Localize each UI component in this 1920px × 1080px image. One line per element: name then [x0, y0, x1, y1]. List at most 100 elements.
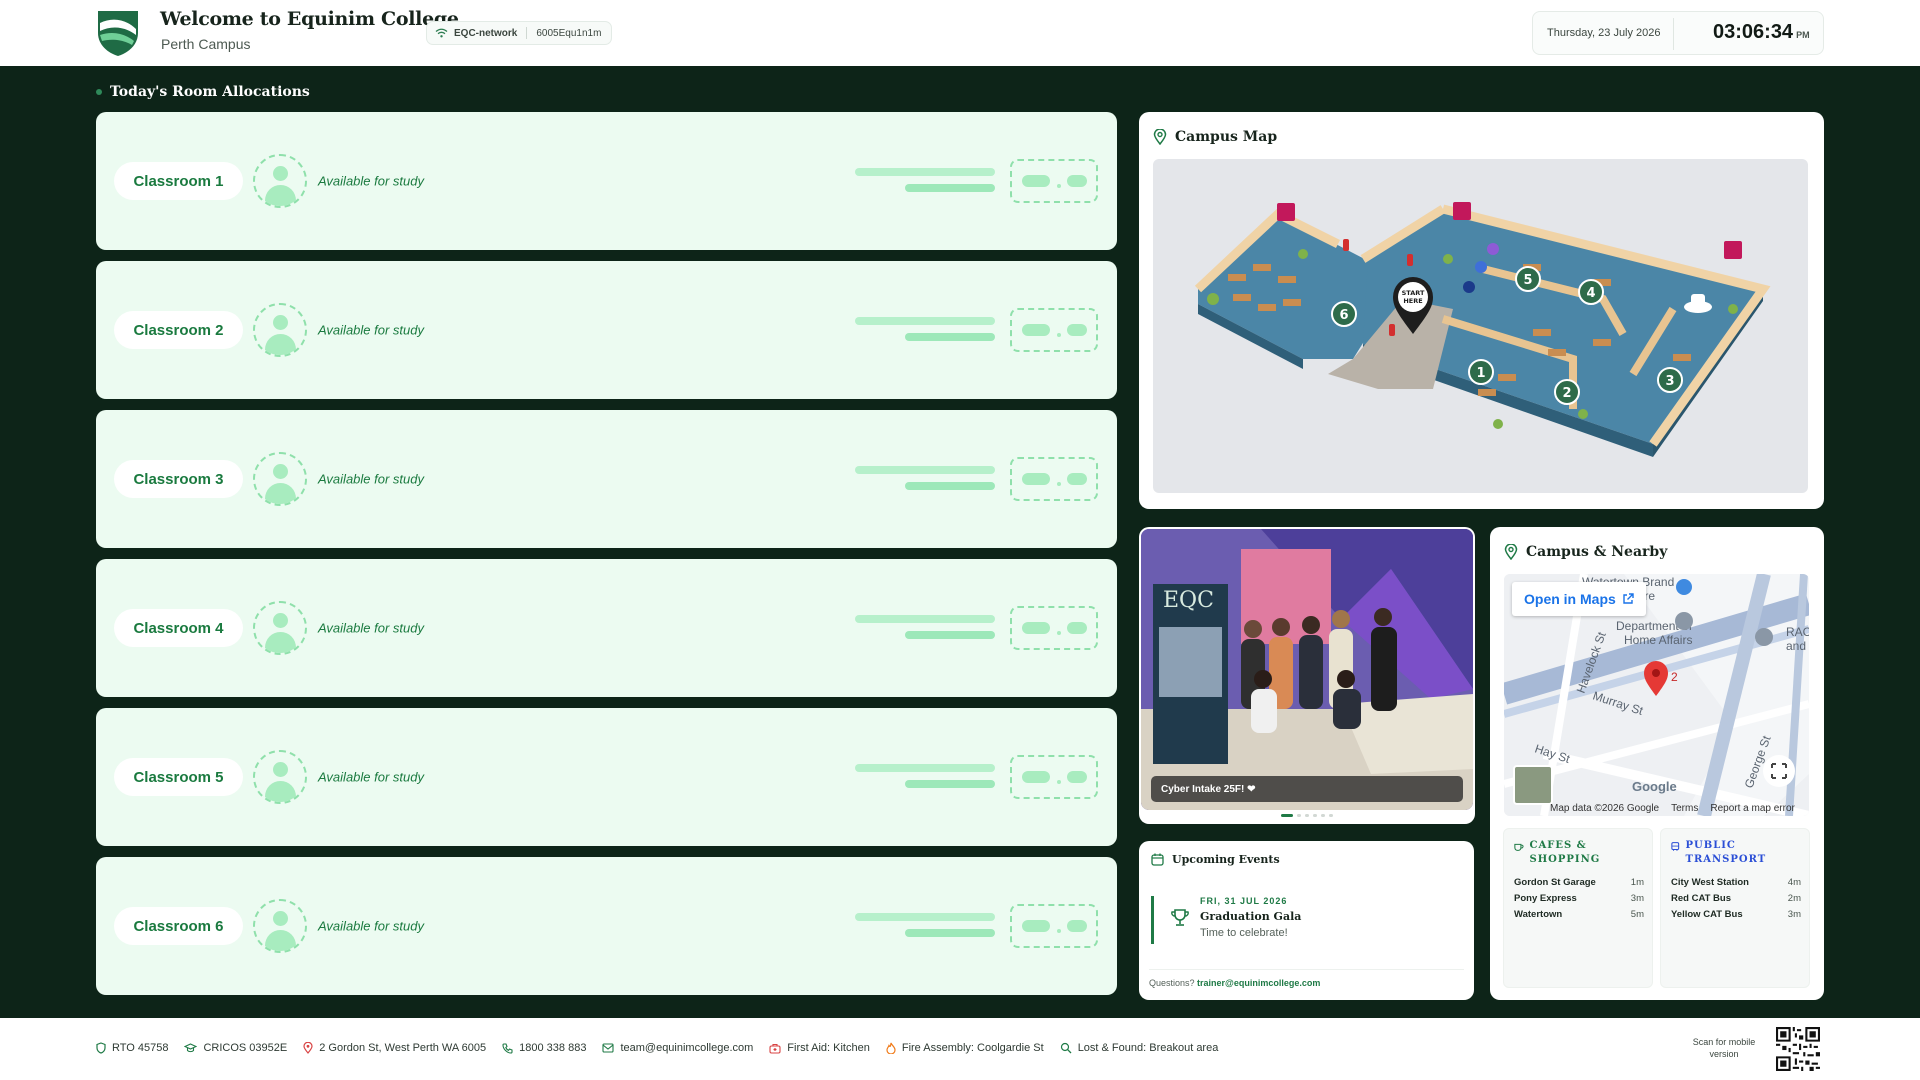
list-item: Watertown 5m [1514, 909, 1644, 925]
trophy-icon [1171, 909, 1189, 926]
footer-info: RTO 45758 CRICOS 03952E 2 Gordon St, Wes… [96, 1042, 1218, 1054]
walk-minutes: 4m [1787, 877, 1801, 888]
event-description: Time to celebrate! [1200, 927, 1288, 939]
campus-nearby-panel: Campus & Nearby Watertown Brand Centre D… [1490, 527, 1824, 1000]
gallery-panel: EQC Cyber Intake 25F! ❤ [1139, 527, 1475, 824]
list-item: Pony Express 3m [1514, 893, 1644, 909]
shield-icon [96, 1042, 106, 1054]
room-name-pill: Classroom 4 [114, 609, 243, 647]
room-status: Available for study [318, 769, 424, 785]
location-pin-icon [1153, 129, 1167, 145]
place-name: Gordon St Garage [1514, 877, 1596, 888]
slide-dot[interactable] [1321, 814, 1325, 817]
placeholder-bar [905, 482, 995, 490]
placeholder-bar [855, 615, 995, 623]
photo-caption: Cyber Intake 25F! ❤ [1151, 776, 1463, 802]
satellite-toggle[interactable] [1513, 765, 1553, 805]
rto-item: RTO 45758 [96, 1042, 168, 1054]
campus-map-title-text: Campus Map [1175, 129, 1278, 145]
graduation-cap-icon [184, 1043, 198, 1053]
map-label: and [1786, 639, 1806, 653]
fullscreen-button[interactable] [1763, 755, 1795, 787]
trainer-avatar-placeholder-icon [253, 452, 307, 506]
calendar-icon [1151, 853, 1164, 866]
slide-dot[interactable] [1305, 814, 1309, 817]
public-transport-box: PUBLIC TRANSPORT City West Station 4m Red … [1660, 828, 1810, 988]
time-placeholder [1010, 159, 1098, 203]
room-card[interactable]: Classroom 1 Available for study [96, 112, 1117, 250]
nearby-title: Campus & Nearby [1504, 544, 1667, 560]
google-map[interactable]: Watertown Brand Centre Department of Hom… [1504, 574, 1809, 816]
transport-list: City West Station 4m Red CAT Bus 2m Yellow C… [1671, 877, 1801, 925]
cricos-text: CRICOS 03952E [203, 1042, 288, 1054]
bus-icon [1671, 842, 1680, 851]
campus-subtitle: Perth Campus [161, 36, 251, 52]
room-name-pill: Classroom 5 [114, 758, 243, 796]
campus-map-panel: Campus Map 1 2 3 4 5 6 START HERE [1139, 112, 1824, 509]
slide-dot[interactable] [1329, 814, 1333, 817]
map-report-link[interactable]: Report a map error [1710, 803, 1794, 814]
trainer-email-link[interactable]: trainer@equinimcollege.com [1197, 978, 1320, 988]
room-card[interactable]: Classroom 5 Available for study [96, 708, 1117, 846]
google-logo: Google [1632, 779, 1677, 794]
placeholder-bar [855, 764, 995, 772]
list-item: City West Station 4m [1671, 877, 1801, 893]
cafes-list: Gordon St Garage 1m Pony Express 3m Watertow… [1514, 877, 1644, 925]
campus-floor-plan[interactable]: 1 2 3 4 5 6 START HERE [1153, 159, 1808, 493]
exit-sign-icon [1453, 202, 1471, 220]
room-marker-3: 3 [1665, 374, 1674, 389]
trainer-avatar-placeholder-icon [253, 154, 307, 208]
time-placeholder [1010, 904, 1098, 948]
map-data-text: Map data ©2026 Google [1550, 803, 1660, 814]
slide-indicators[interactable] [1139, 814, 1475, 817]
room-status: Available for study [318, 322, 424, 338]
questions-label: Questions? [1149, 978, 1195, 988]
gallery-photo[interactable]: EQC Cyber Intake 25F! ❤ [1141, 529, 1473, 810]
room-card[interactable]: Classroom 3 Available for study [96, 410, 1117, 548]
open-in-maps-button[interactable]: Open in Maps [1512, 582, 1646, 616]
room-card[interactable]: Classroom 2 Available for study [96, 261, 1117, 399]
placeholder-bar [905, 929, 995, 937]
mail-icon [602, 1043, 615, 1053]
map-label: Home Affairs [1624, 633, 1692, 647]
events-title: Upcoming Events [1151, 853, 1280, 866]
first-aid-kit-icon [769, 1043, 781, 1054]
upcoming-events-panel: Upcoming Events FRI, 31 JUL 2026 Graduat… [1139, 841, 1474, 1000]
walk-minutes: 1m [1630, 877, 1644, 888]
map-label: RAC [1786, 625, 1809, 639]
map-attribution: Map data ©2026 Google Terms Report a map… [1550, 803, 1795, 814]
campus-map-title: Campus Map [1153, 129, 1277, 145]
room-status: Available for study [318, 173, 424, 189]
start-here-label-1: START [1402, 289, 1425, 297]
cafes-title-text: CAFES & SHOPPING [1529, 840, 1601, 865]
placeholder-bar [905, 780, 995, 788]
placeholder-bar [905, 333, 995, 341]
list-item: Gordon St Garage 1m [1514, 877, 1644, 893]
nearby-title-text: Campus & Nearby [1526, 544, 1668, 560]
room-card[interactable]: Classroom 6 Available for study [96, 857, 1117, 995]
cafes-shopping-box: CAFES & SHOPPING Gordon St Garage 1m Pony … [1503, 828, 1653, 988]
walk-minutes: 5m [1630, 909, 1644, 920]
room-name-pill: Classroom 6 [114, 907, 243, 945]
event-item[interactable]: FRI, 31 JUL 2026 Graduation Gala Time to… [1151, 896, 1461, 944]
current-time: 03:06:34 PM [1713, 21, 1810, 44]
room-marker-4: 4 [1586, 286, 1595, 301]
cricos-item: CRICOS 03952E [184, 1042, 287, 1054]
place-name: City West Station [1671, 877, 1749, 888]
list-item: Yellow CAT Bus 3m [1671, 909, 1801, 925]
map-terms-link[interactable]: Terms [1671, 803, 1698, 814]
room-status: Available for study [318, 471, 424, 487]
map-pin-icon [303, 1042, 313, 1054]
floor-plan-illustration: 1 2 3 4 5 6 START HERE [1194, 202, 1771, 457]
qr-code-icon[interactable] [1776, 1027, 1820, 1071]
events-contact: Questions? trainer@equinimcollege.com [1149, 969, 1464, 988]
exit-sign-icon [1277, 203, 1295, 221]
map-marker-label: 2 [1671, 670, 1678, 684]
room-card[interactable]: Classroom 4 Available for study [96, 559, 1117, 697]
slide-dot[interactable] [1297, 814, 1301, 817]
slide-dot[interactable] [1313, 814, 1317, 817]
slide-dot[interactable] [1281, 814, 1293, 817]
page-title: Welcome to Equinim College [160, 8, 459, 30]
time-placeholder [1010, 457, 1098, 501]
wifi-ssid: EQC-network [454, 27, 518, 39]
